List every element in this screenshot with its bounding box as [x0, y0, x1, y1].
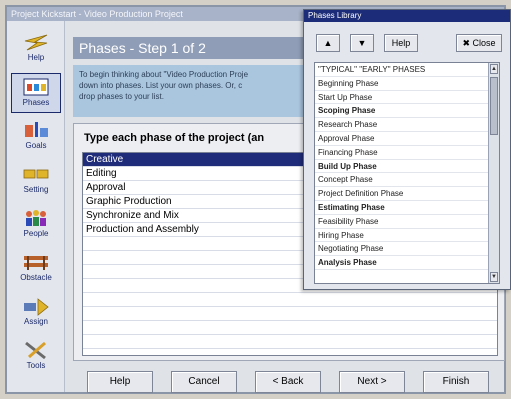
sidebar-item-goals[interactable]: Goals	[11, 117, 61, 157]
sidebar-item-tools[interactable]: Tools	[11, 337, 61, 377]
sidebar-item-label: Goals	[25, 141, 47, 150]
help-button[interactable]: Help	[87, 371, 153, 393]
phase-row[interactable]	[83, 307, 497, 321]
sidebar-item-label: People	[23, 229, 49, 238]
instruction-line: down into phases. List your own phases. …	[79, 81, 243, 90]
sidebar-item-label: Help	[27, 53, 45, 62]
sidebar: Help Phases Goals Setting People Obstacl…	[7, 21, 65, 392]
goals-icon	[25, 122, 48, 137]
people-icon	[26, 210, 46, 226]
sidebar-item-label: Obstacle	[20, 273, 52, 282]
phases-icon	[23, 78, 49, 96]
finish-button[interactable]: Finish	[423, 371, 489, 393]
library-help-button[interactable]: Help	[384, 34, 418, 52]
next-button[interactable]: Next >	[339, 371, 405, 393]
move-up-button[interactable]: ▲	[316, 34, 340, 52]
scroll-thumb[interactable]	[490, 77, 498, 135]
assign-icon	[24, 298, 49, 316]
phases-library-window: Phases Library ▲ ▼ Help ✖ Close "TYPICAL…	[303, 9, 511, 290]
library-list[interactable]: "TYPICAL" "EARLY" PHASES Beginning Phase…	[314, 62, 500, 284]
sidebar-item-label: Phases	[22, 98, 50, 107]
phase-list-heading: Type each phase of the project (an	[84, 132, 265, 144]
library-item[interactable]: Estimating Phase	[315, 201, 499, 215]
library-item[interactable]: Approval Phase	[315, 132, 499, 146]
sidebar-item-setting[interactable]: Setting	[11, 161, 61, 201]
setting-icon	[23, 169, 49, 179]
library-close-button[interactable]: ✖ Close	[456, 34, 502, 52]
obstacle-icon	[24, 256, 48, 270]
cancel-button[interactable]: Cancel	[171, 371, 237, 393]
scroll-up-icon[interactable]: ▲	[490, 64, 498, 74]
library-item[interactable]: Financing Phase	[315, 146, 499, 160]
back-button[interactable]: < Back	[255, 371, 321, 393]
page-title: Phases - Step 1 of 2	[73, 37, 313, 59]
library-item[interactable]: Build Up Phase	[315, 160, 499, 174]
sidebar-item-label: Setting	[23, 185, 49, 194]
sidebar-item-people[interactable]: People	[11, 205, 61, 245]
library-item[interactable]: Beginning Phase	[315, 77, 499, 91]
lightning-icon	[24, 34, 48, 51]
phase-row[interactable]	[83, 293, 497, 307]
library-item[interactable]: "TYPICAL" "EARLY" PHASES	[315, 63, 499, 77]
tools-icon	[25, 341, 46, 360]
sidebar-item-help[interactable]: Help	[11, 29, 61, 69]
library-item[interactable]: Hiring Phase	[315, 229, 499, 243]
library-item[interactable]: Analysis Phase	[315, 256, 499, 270]
wizard-button-bar: Help Cancel < Back Next > Finish	[73, 369, 505, 395]
library-item[interactable]: Negotiating Phase	[315, 242, 499, 257]
sidebar-item-obstacle[interactable]: Obstacle	[11, 249, 61, 289]
phase-row[interactable]	[83, 321, 497, 335]
library-item[interactable]: Scoping Phase	[315, 104, 499, 119]
instruction-line: drop phases to your list.	[79, 92, 164, 101]
instructions-text: To begin thinking about "Video Productio…	[73, 65, 313, 117]
sidebar-item-phases[interactable]: Phases	[11, 73, 61, 113]
library-item[interactable]: Feasibility Phase	[315, 215, 499, 229]
library-item[interactable]: Start Up Phase	[315, 91, 499, 105]
scroll-down-icon[interactable]: ▼	[490, 272, 498, 282]
library-item[interactable]: Project Definition Phase	[315, 187, 499, 201]
sidebar-item-label: Assign	[23, 317, 48, 326]
library-scrollbar[interactable]: ▲ ▼	[488, 63, 499, 283]
sidebar-item-assign[interactable]: Assign	[11, 293, 61, 333]
library-item[interactable]: Concept Phase	[315, 173, 499, 188]
instruction-line: To begin thinking about "Video Productio…	[79, 70, 249, 79]
phase-row[interactable]	[83, 335, 497, 349]
sidebar-item-label: Tools	[26, 361, 46, 370]
library-title: Phases Library	[304, 10, 510, 22]
library-item[interactable]: Research Phase	[315, 118, 499, 132]
move-down-button[interactable]: ▼	[350, 34, 374, 52]
